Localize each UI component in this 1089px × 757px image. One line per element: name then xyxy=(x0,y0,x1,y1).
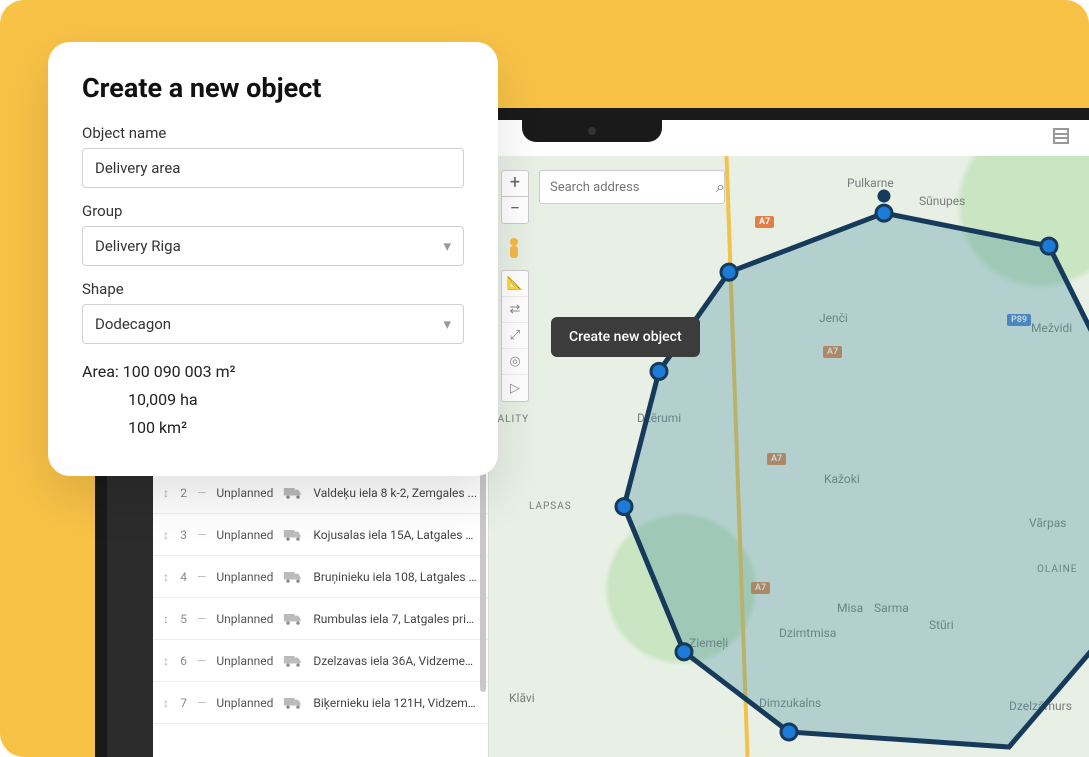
place-label: LAPSAS xyxy=(529,501,572,512)
map-search[interactable]: ⌕ xyxy=(539,170,725,204)
layout-icon[interactable] xyxy=(1051,126,1071,146)
truck-icon xyxy=(283,654,303,668)
scrollbar[interactable] xyxy=(480,472,486,692)
place-label: Dzelzāmurs xyxy=(1009,699,1072,713)
zoom-in-button[interactable]: + xyxy=(502,171,528,197)
chevron-down-icon: ▾ xyxy=(443,315,451,333)
truck-icon xyxy=(283,570,303,584)
ruler-tool-icon[interactable]: 📐 xyxy=(502,271,528,297)
label-shape: Shape xyxy=(82,280,464,298)
truck-icon xyxy=(283,696,303,710)
drag-handle-icon[interactable]: ↕ xyxy=(163,654,169,668)
drag-handle-icon[interactable]: ↕ xyxy=(163,528,169,542)
area-m2: 100 090 003 m² xyxy=(123,362,236,381)
zoom-out-button[interactable]: − xyxy=(502,197,528,223)
route-shield: A7 xyxy=(751,582,770,594)
pegman-icon[interactable] xyxy=(503,236,525,264)
area-ha: 10,009 ha xyxy=(82,386,464,414)
drag-handle-icon[interactable]: ↕ xyxy=(163,486,169,500)
create-object-modal: Create a new object Object name Group De… xyxy=(48,42,498,476)
place-label: Pulkarne xyxy=(847,176,894,190)
drag-handle-icon[interactable]: ↕ xyxy=(163,696,169,710)
route-shield: A7 xyxy=(823,346,842,358)
drag-handle-icon[interactable]: ↕ xyxy=(163,612,169,626)
place-label: Jenči xyxy=(819,311,848,325)
place-label: Misa xyxy=(837,601,863,615)
address: Valdeķu iela 8 k-2, Zemgales ... xyxy=(313,486,478,500)
drag-handle-icon[interactable]: ↕ xyxy=(163,570,169,584)
chevron-down-icon: ▾ xyxy=(443,237,451,255)
place-label: Dimzukalns xyxy=(759,696,821,710)
truck-icon xyxy=(283,528,303,542)
place-label: Sarma xyxy=(874,601,909,615)
device-notch xyxy=(522,120,662,142)
label-group: Group xyxy=(82,202,464,220)
task-row[interactable]: ↕ 7— Unplanned Biķernieku iela 121H, Vid… xyxy=(153,682,488,724)
task-row[interactable]: ↕ 3— Unplanned Kojusalas iela 15A, Latga… xyxy=(153,514,488,556)
place-label: Klāvi xyxy=(509,691,535,705)
place-label: Ziemeļi xyxy=(689,636,728,650)
group-value: Delivery Riga xyxy=(95,237,181,255)
play-tool-icon[interactable]: ▷ xyxy=(502,375,528,401)
place-label: Sūnupes xyxy=(919,194,965,208)
place-label: Vārpas xyxy=(1029,516,1066,530)
search-icon[interactable]: ⌕ xyxy=(716,177,725,197)
area-readout: Area: 100 090 003 m² 10,009 ha 100 km² xyxy=(82,358,464,442)
place-label: Stūri xyxy=(929,618,954,632)
place-label: Dzērumi xyxy=(637,411,681,425)
place-label: Dzimtmisa xyxy=(779,626,836,640)
map[interactable]: Pulkarne Sūnupes Jenči Mežvidi Dzērumi L… xyxy=(489,156,1089,757)
task-row[interactable]: ↕ 4— Unplanned Bruņinieku iela 108, Latg… xyxy=(153,556,488,598)
area-km2: 100 km² xyxy=(82,414,464,442)
group-select[interactable]: Delivery Riga ▾ xyxy=(82,226,464,266)
task-row[interactable]: ↕ 6— Unplanned Dzelzavas iela 36A, Vidze… xyxy=(153,640,488,682)
place-label: Kažoki xyxy=(824,472,860,486)
create-object-tooltip[interactable]: Create new object xyxy=(551,317,700,357)
route-shield: A7 xyxy=(767,453,786,465)
map-tools: 📐 ⇄ ⤢ ◎ ▷ xyxy=(501,270,529,402)
object-name-input[interactable] xyxy=(82,148,464,188)
map-terrain xyxy=(489,156,1089,757)
search-input[interactable] xyxy=(550,180,716,195)
task-row[interactable]: ↕ 2 — Unplanned Valdeķu iela 8 k-2, Zemg… xyxy=(153,472,488,514)
place-label: OLAINE xyxy=(1037,564,1077,575)
zoom-control: + − xyxy=(501,170,529,224)
label-object-name: Object name xyxy=(82,124,464,142)
route-shield: P89 xyxy=(1007,314,1031,326)
truck-icon xyxy=(283,486,303,500)
route-shield: A7 xyxy=(755,216,774,228)
truck-icon xyxy=(283,612,303,626)
place-label: Mežvidi xyxy=(1031,321,1072,335)
row-number: 2 xyxy=(179,486,187,500)
route-tool-icon[interactable]: ⇄ xyxy=(502,297,528,323)
task-row[interactable]: ↕ 5— Unplanned Rumbulas iela 7, Latgales… xyxy=(153,598,488,640)
shape-select[interactable]: Dodecagon ▾ xyxy=(82,304,464,344)
status: Unplanned xyxy=(216,486,273,500)
modal-title: Create a new object xyxy=(82,72,464,104)
shape-value: Dodecagon xyxy=(95,315,171,333)
locate-tool-icon[interactable]: ◎ xyxy=(502,349,528,375)
center-tool-icon[interactable]: ⤢ xyxy=(502,323,528,349)
